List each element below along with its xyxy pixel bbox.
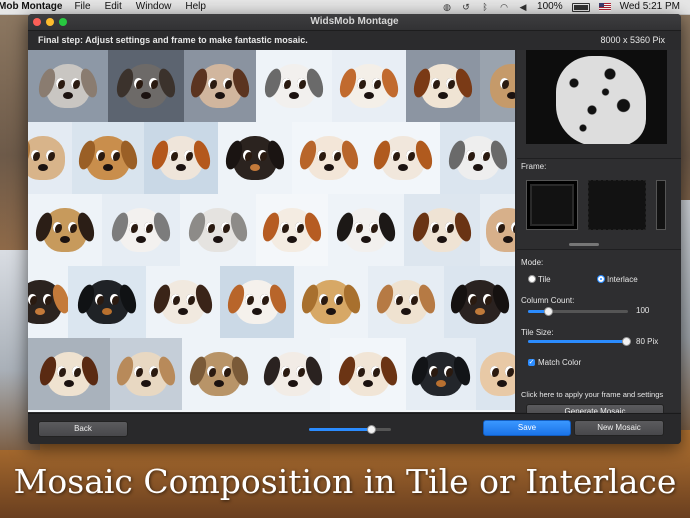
divider	[517, 249, 681, 250]
mosaic-tile	[72, 122, 145, 194]
tile-size-fill	[528, 340, 626, 343]
match-color-checkbox[interactable]: ✓	[528, 359, 535, 366]
volume-icon[interactable]: ◀	[518, 2, 528, 12]
wifi-icon[interactable]: ◠	[499, 2, 509, 12]
settings-panel: Frame: Mode: Tile Interlace Column Count…	[517, 50, 681, 420]
mosaic-tile	[180, 194, 257, 266]
panel-resize-handle[interactable]	[569, 243, 599, 246]
menu-clock[interactable]: Wed 5:21 PM	[620, 0, 680, 14]
window-title: WidsMob Montage	[310, 16, 399, 27]
mosaic-tile	[220, 266, 295, 338]
app-window: WidsMob Montage Final step: Adjust setti…	[28, 14, 681, 444]
mosaic-tile	[404, 194, 481, 266]
tile-size-knob[interactable]	[622, 337, 631, 346]
menu-window[interactable]: Window	[136, 0, 172, 14]
mosaic-tile	[68, 266, 147, 338]
source-image-preview[interactable]	[526, 50, 667, 144]
battery-percent: 100%	[537, 1, 563, 12]
mode-label: Mode:	[521, 258, 544, 267]
frame-option-torn[interactable]	[588, 180, 646, 230]
mosaic-row	[28, 122, 515, 194]
globe-icon[interactable]: ◍	[442, 2, 452, 12]
mode-interlace-label[interactable]: Interlace	[607, 275, 638, 284]
mosaic-tile	[332, 50, 407, 122]
battery-icon[interactable]	[571, 2, 590, 12]
mosaic-tile	[476, 338, 515, 410]
input-source-flag-icon[interactable]	[598, 3, 611, 11]
mosaic-row	[28, 194, 515, 266]
mosaic-tile	[28, 194, 103, 266]
mode-interlace-radio[interactable]	[597, 275, 605, 283]
tile-size-label: Tile Size:	[521, 328, 554, 337]
dalmatian-image	[556, 56, 646, 144]
mosaic-tile	[28, 122, 73, 194]
output-size: 8000 x 5360 Pix	[600, 35, 665, 45]
mosaic-tile	[366, 122, 441, 194]
mosaic-tile	[294, 266, 369, 338]
frame-option-more[interactable]	[656, 180, 666, 230]
frame-option-solid[interactable]	[526, 180, 578, 230]
menu-bar: Mob Montage File Edit Window Help ◍ ↺ ᛒ …	[0, 0, 690, 15]
mosaic-tile	[182, 338, 257, 410]
mosaic-tile	[28, 50, 109, 122]
zoom-fill	[309, 428, 371, 431]
mosaic-row	[28, 50, 515, 122]
column-count-label: Column Count:	[521, 296, 575, 305]
mosaic-tile	[292, 122, 367, 194]
mosaic-tile	[28, 266, 69, 338]
mosaic-tile	[28, 338, 111, 410]
mosaic-tile	[146, 266, 221, 338]
mosaic-tile	[480, 50, 515, 122]
step-instruction: Final step: Adjust settings and frame to…	[38, 35, 308, 45]
mosaic-tile	[110, 338, 183, 410]
mosaic-tile	[328, 194, 405, 266]
match-color-label[interactable]: Match Color	[538, 358, 581, 367]
mosaic-canvas[interactable]	[28, 50, 515, 412]
back-button[interactable]: Back	[38, 421, 128, 437]
mosaic-tile	[406, 338, 477, 410]
mosaic-tile	[108, 50, 185, 122]
menu-edit[interactable]: Edit	[105, 0, 122, 14]
menu-file[interactable]: File	[74, 0, 90, 14]
frame-label: Frame:	[521, 162, 547, 171]
zoom-knob[interactable]	[366, 425, 376, 434]
save-button[interactable]: Save	[483, 420, 571, 436]
column-count-slider[interactable]	[528, 307, 628, 316]
title-bar[interactable]: WidsMob Montage	[28, 14, 681, 31]
mosaic-tile	[144, 122, 219, 194]
new-mosaic-button[interactable]: New Mosaic	[574, 420, 664, 436]
mosaic-tile	[256, 50, 333, 122]
mosaic-row	[28, 338, 515, 410]
menu-help[interactable]: Help	[185, 0, 206, 14]
menu-app-name[interactable]: Mob Montage	[0, 0, 62, 14]
mosaic-tile	[368, 266, 445, 338]
zoom-slider[interactable]	[309, 425, 391, 434]
mode-tile-label[interactable]: Tile	[538, 275, 551, 284]
mosaic-tile	[480, 194, 515, 266]
promo-caption: Mosaic Composition in Tile or Interlace	[13, 462, 677, 501]
bottom-toolbar: Back Save New Mosaic	[28, 413, 681, 444]
divider	[517, 158, 681, 159]
mosaic-tile	[444, 266, 515, 338]
mode-tile-radio[interactable]	[528, 275, 536, 283]
bluetooth-icon[interactable]: ᛒ	[480, 2, 490, 12]
mosaic-tile	[256, 194, 329, 266]
mosaic-tile	[256, 338, 331, 410]
tile-size-value: 80 Pix	[636, 337, 659, 346]
mosaic-tile	[102, 194, 181, 266]
mosaic-tile	[330, 338, 407, 410]
mosaic-tile	[440, 122, 515, 194]
time-machine-icon[interactable]: ↺	[461, 2, 471, 12]
mosaic-tile	[184, 50, 257, 122]
column-count-knob[interactable]	[544, 307, 553, 316]
mosaic-tile	[406, 50, 481, 122]
apply-hint: Click here to apply your frame and setti…	[521, 390, 664, 399]
info-bar: Final step: Adjust settings and frame to…	[28, 31, 681, 49]
tile-size-slider[interactable]	[528, 337, 631, 346]
mosaic-tile	[218, 122, 293, 194]
mosaic-row	[28, 266, 515, 338]
column-count-value: 100	[636, 306, 650, 315]
